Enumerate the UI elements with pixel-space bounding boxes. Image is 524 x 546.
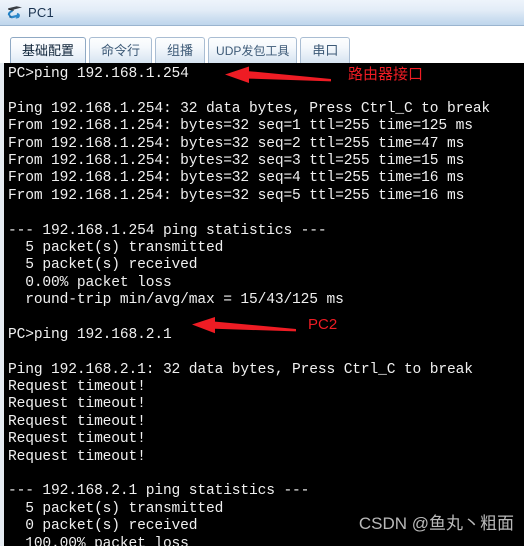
annotation-label-router-interface: 路由器接口	[348, 66, 424, 83]
router-device-icon	[7, 5, 22, 19]
terminal-line: 5 packet(s) received	[8, 257, 198, 274]
terminal-line: Request timeout!	[8, 431, 146, 448]
tab-serial-port[interactable]: 串口	[300, 37, 351, 63]
terminal-line: Request timeout!	[8, 448, 146, 465]
annotation-label-pc2: PC2	[308, 316, 338, 333]
tab-basic-config[interactable]: 基础配置	[10, 37, 87, 63]
terminal-line: 0 packet(s) received	[8, 518, 198, 535]
terminal-line: Request timeout!	[8, 396, 146, 413]
terminal-text-area: PC>ping 192.168.1.254 Ping 192.168.1.254…	[4, 63, 524, 546]
window-titlebar: PC1	[0, 0, 524, 26]
terminal-line: Ping 192.168.2.1: 32 data bytes, Press C…	[8, 361, 473, 378]
terminal-line: From 192.168.1.254: bytes=32 seq=3 ttl=2…	[8, 152, 465, 169]
terminal-line: --- 192.168.1.254 ping statistics ---	[8, 222, 327, 239]
terminal-line: Request timeout!	[8, 379, 146, 396]
terminal-line: 0.00% packet loss	[8, 274, 172, 291]
terminal-line: --- 192.168.2.1 ping statistics ---	[8, 483, 310, 500]
terminal-line: From 192.168.1.254: bytes=32 seq=1 ttl=2…	[8, 118, 473, 135]
tab-bar: 基础配置 命令行 组播 UDP发包工具 串口	[0, 26, 524, 63]
tab-udp-packet-tool[interactable]: UDP发包工具	[208, 37, 298, 63]
terminal-line: From 192.168.1.254: bytes=32 seq=2 ttl=2…	[8, 135, 465, 152]
terminal-line: 5 packet(s) transmitted	[8, 239, 224, 256]
terminal-line: From 192.168.1.254: bytes=32 seq=4 ttl=2…	[8, 170, 465, 187]
terminal-line: round-trip min/avg/max = 15/43/125 ms	[8, 292, 344, 309]
window-title: PC1	[28, 5, 54, 20]
tab-command-line[interactable]: 命令行	[89, 37, 153, 63]
terminal-line: From 192.168.1.254: bytes=32 seq=5 ttl=2…	[8, 187, 465, 204]
terminal-line: Request timeout!	[8, 413, 146, 430]
pc1-console-window: PC1 基础配置 命令行 组播 UDP发包工具 串口 PC>ping 192.1…	[0, 0, 524, 546]
terminal-output-panel[interactable]: PC>ping 192.168.1.254 Ping 192.168.1.254…	[0, 63, 524, 546]
left-arrow-icon	[192, 317, 296, 334]
tab-multicast[interactable]: 组播	[155, 37, 206, 63]
terminal-line: 5 packet(s) transmitted	[8, 500, 224, 517]
terminal-line: Ping 192.168.1.254: 32 data bytes, Press…	[8, 100, 491, 117]
terminal-line: 100.00% packet loss	[8, 535, 189, 546]
left-arrow-icon	[225, 66, 331, 83]
